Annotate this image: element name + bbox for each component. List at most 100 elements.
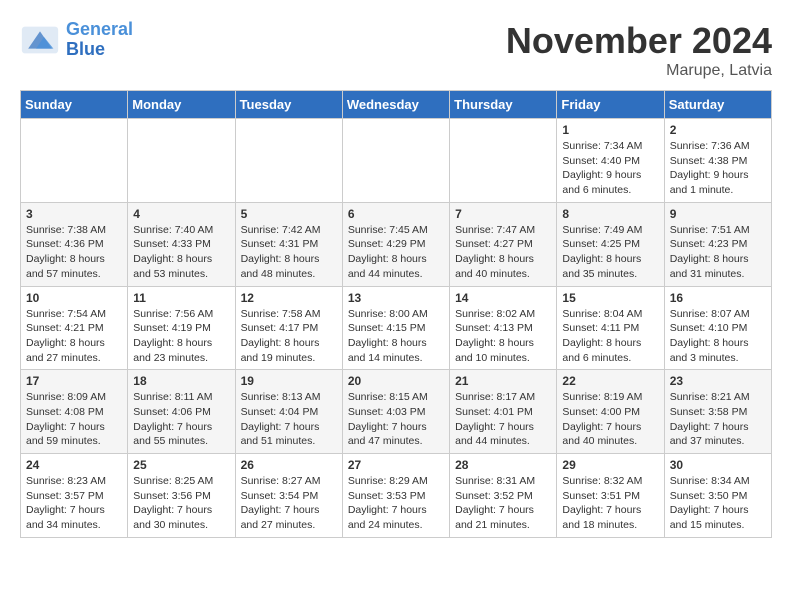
weekday-row: SundayMondayTuesdayWednesdayThursdayFrid… bbox=[21, 91, 772, 119]
weekday-header: Wednesday bbox=[342, 91, 449, 119]
calendar-cell: 3 Sunrise: 7:38 AM Sunset: 4:36 PM Daylig… bbox=[21, 202, 128, 286]
day-number: 11 bbox=[133, 291, 229, 305]
calendar-cell: 1Sunrise: 7:34 AM Sunset: 4:40 PM Daylig… bbox=[557, 119, 664, 203]
calendar-week-row: 10Sunrise: 7:54 AM Sunset: 4:21 PM Dayli… bbox=[21, 286, 772, 370]
day-number: 15 bbox=[562, 291, 658, 305]
day-number: 5 bbox=[241, 207, 337, 221]
calendar-cell: 13 Sunrise: 8:00 AM Sunset: 4:15 PM Dayli… bbox=[342, 286, 449, 370]
day-number: 3 bbox=[26, 207, 122, 221]
day-info: Sunrise: 8:23 AM Sunset: 3:57 PM Dayligh… bbox=[26, 474, 122, 533]
day-info: Sunrise: 7:42 AM Sunset: 4:31 PM Dayligh… bbox=[241, 223, 337, 282]
weekday-header: Thursday bbox=[450, 91, 557, 119]
day-info: Sunrise: 7:49 AM Sunset: 4:25 PM Dayligh… bbox=[562, 223, 658, 282]
location: Marupe, Latvia bbox=[506, 62, 772, 80]
day-number: 21 bbox=[455, 374, 551, 388]
day-number: 8 bbox=[562, 207, 658, 221]
day-number: 14 bbox=[455, 291, 551, 305]
logo-text: General Blue bbox=[66, 20, 133, 60]
day-number: 9 bbox=[670, 207, 766, 221]
day-info: Sunrise: 8:02 AM Sunset: 4:13 PM Dayligh… bbox=[455, 307, 551, 366]
day-number: 30 bbox=[670, 458, 766, 472]
calendar-cell: 7 Sunrise: 7:47 AM Sunset: 4:27 PM Daylig… bbox=[450, 202, 557, 286]
day-info: Sunrise: 8:34 AM Sunset: 3:50 PM Dayligh… bbox=[670, 474, 766, 533]
day-number: 22 bbox=[562, 374, 658, 388]
calendar-body: 1Sunrise: 7:34 AM Sunset: 4:40 PM Daylig… bbox=[21, 119, 772, 538]
day-number: 25 bbox=[133, 458, 229, 472]
day-number: 27 bbox=[348, 458, 444, 472]
day-number: 19 bbox=[241, 374, 337, 388]
calendar-cell bbox=[21, 119, 128, 203]
day-info: Sunrise: 8:19 AM Sunset: 4:00 PM Dayligh… bbox=[562, 390, 658, 449]
calendar-cell: 10Sunrise: 7:54 AM Sunset: 4:21 PM Dayli… bbox=[21, 286, 128, 370]
weekday-header: Tuesday bbox=[235, 91, 342, 119]
page-header: General Blue November 2024 Marupe, Latvi… bbox=[20, 20, 772, 80]
day-number: 13 bbox=[348, 291, 444, 305]
day-info: Sunrise: 7:51 AM Sunset: 4:23 PM Dayligh… bbox=[670, 223, 766, 282]
day-info: Sunrise: 8:31 AM Sunset: 3:52 PM Dayligh… bbox=[455, 474, 551, 533]
calendar-cell: 4Sunrise: 7:40 AM Sunset: 4:33 PM Daylig… bbox=[128, 202, 235, 286]
day-info: Sunrise: 8:13 AM Sunset: 4:04 PM Dayligh… bbox=[241, 390, 337, 449]
day-info: Sunrise: 8:29 AM Sunset: 3:53 PM Dayligh… bbox=[348, 474, 444, 533]
calendar-table: SundayMondayTuesdayWednesdayThursdayFrid… bbox=[20, 90, 772, 538]
day-info: Sunrise: 8:25 AM Sunset: 3:56 PM Dayligh… bbox=[133, 474, 229, 533]
day-number: 12 bbox=[241, 291, 337, 305]
day-number: 10 bbox=[26, 291, 122, 305]
day-info: Sunrise: 8:11 AM Sunset: 4:06 PM Dayligh… bbox=[133, 390, 229, 449]
day-number: 29 bbox=[562, 458, 658, 472]
calendar-cell: 17Sunrise: 8:09 AM Sunset: 4:08 PM Dayli… bbox=[21, 370, 128, 454]
day-number: 24 bbox=[26, 458, 122, 472]
day-number: 23 bbox=[670, 374, 766, 388]
calendar-cell: 2Sunrise: 7:36 AM Sunset: 4:38 PM Daylig… bbox=[664, 119, 771, 203]
calendar-cell: 27 Sunrise: 8:29 AM Sunset: 3:53 PM Dayli… bbox=[342, 454, 449, 538]
title-block: November 2024 Marupe, Latvia bbox=[506, 20, 772, 80]
day-info: Sunrise: 7:38 AM Sunset: 4:36 PM Dayligh… bbox=[26, 223, 122, 282]
calendar-cell: 15 Sunrise: 8:04 AM Sunset: 4:11 PM Dayli… bbox=[557, 286, 664, 370]
weekday-header: Friday bbox=[557, 91, 664, 119]
day-info: Sunrise: 7:34 AM Sunset: 4:40 PM Dayligh… bbox=[562, 139, 658, 198]
calendar-cell: 28 Sunrise: 8:31 AM Sunset: 3:52 PM Dayli… bbox=[450, 454, 557, 538]
day-number: 17 bbox=[26, 374, 122, 388]
calendar-cell: 16Sunrise: 8:07 AM Sunset: 4:10 PM Dayli… bbox=[664, 286, 771, 370]
day-info: Sunrise: 8:15 AM Sunset: 4:03 PM Dayligh… bbox=[348, 390, 444, 449]
day-info: Sunrise: 8:27 AM Sunset: 3:54 PM Dayligh… bbox=[241, 474, 337, 533]
day-number: 16 bbox=[670, 291, 766, 305]
calendar-cell bbox=[450, 119, 557, 203]
calendar-cell: 23 Sunrise: 8:21 AM Sunset: 3:58 PM Dayli… bbox=[664, 370, 771, 454]
day-info: Sunrise: 8:32 AM Sunset: 3:51 PM Dayligh… bbox=[562, 474, 658, 533]
day-info: Sunrise: 8:21 AM Sunset: 3:58 PM Dayligh… bbox=[670, 390, 766, 449]
day-number: 2 bbox=[670, 123, 766, 137]
day-info: Sunrise: 7:40 AM Sunset: 4:33 PM Dayligh… bbox=[133, 223, 229, 282]
day-number: 6 bbox=[348, 207, 444, 221]
day-info: Sunrise: 8:00 AM Sunset: 4:15 PM Dayligh… bbox=[348, 307, 444, 366]
calendar-cell: 9 Sunrise: 7:51 AM Sunset: 4:23 PM Daylig… bbox=[664, 202, 771, 286]
calendar-cell: 24 Sunrise: 8:23 AM Sunset: 3:57 PM Dayli… bbox=[21, 454, 128, 538]
weekday-header: Saturday bbox=[664, 91, 771, 119]
calendar-cell: 20 Sunrise: 8:15 AM Sunset: 4:03 PM Dayli… bbox=[342, 370, 449, 454]
day-info: Sunrise: 7:47 AM Sunset: 4:27 PM Dayligh… bbox=[455, 223, 551, 282]
day-number: 18 bbox=[133, 374, 229, 388]
calendar-cell: 12 Sunrise: 7:58 AM Sunset: 4:17 PM Dayli… bbox=[235, 286, 342, 370]
calendar-cell: 8 Sunrise: 7:49 AM Sunset: 4:25 PM Daylig… bbox=[557, 202, 664, 286]
day-info: Sunrise: 7:58 AM Sunset: 4:17 PM Dayligh… bbox=[241, 307, 337, 366]
day-number: 28 bbox=[455, 458, 551, 472]
day-info: Sunrise: 8:04 AM Sunset: 4:11 PM Dayligh… bbox=[562, 307, 658, 366]
day-number: 7 bbox=[455, 207, 551, 221]
weekday-header: Sunday bbox=[21, 91, 128, 119]
calendar-cell bbox=[235, 119, 342, 203]
calendar-week-row: 3 Sunrise: 7:38 AM Sunset: 4:36 PM Daylig… bbox=[21, 202, 772, 286]
logo-icon bbox=[20, 25, 60, 55]
calendar-cell: 22 Sunrise: 8:19 AM Sunset: 4:00 PM Dayli… bbox=[557, 370, 664, 454]
day-info: Sunrise: 7:45 AM Sunset: 4:29 PM Dayligh… bbox=[348, 223, 444, 282]
calendar-cell: 5 Sunrise: 7:42 AM Sunset: 4:31 PM Daylig… bbox=[235, 202, 342, 286]
day-info: Sunrise: 7:56 AM Sunset: 4:19 PM Dayligh… bbox=[133, 307, 229, 366]
day-number: 26 bbox=[241, 458, 337, 472]
calendar-cell bbox=[342, 119, 449, 203]
day-number: 20 bbox=[348, 374, 444, 388]
calendar-week-row: 24 Sunrise: 8:23 AM Sunset: 3:57 PM Dayli… bbox=[21, 454, 772, 538]
calendar-cell: 6 Sunrise: 7:45 AM Sunset: 4:29 PM Daylig… bbox=[342, 202, 449, 286]
calendar-cell: 19 Sunrise: 8:13 AM Sunset: 4:04 PM Dayli… bbox=[235, 370, 342, 454]
calendar-cell: 18 Sunrise: 8:11 AM Sunset: 4:06 PM Dayli… bbox=[128, 370, 235, 454]
calendar-cell: 21Sunrise: 8:17 AM Sunset: 4:01 PM Dayli… bbox=[450, 370, 557, 454]
calendar-cell: 11 Sunrise: 7:56 AM Sunset: 4:19 PM Dayli… bbox=[128, 286, 235, 370]
calendar-cell: 30 Sunrise: 8:34 AM Sunset: 3:50 PM Dayli… bbox=[664, 454, 771, 538]
